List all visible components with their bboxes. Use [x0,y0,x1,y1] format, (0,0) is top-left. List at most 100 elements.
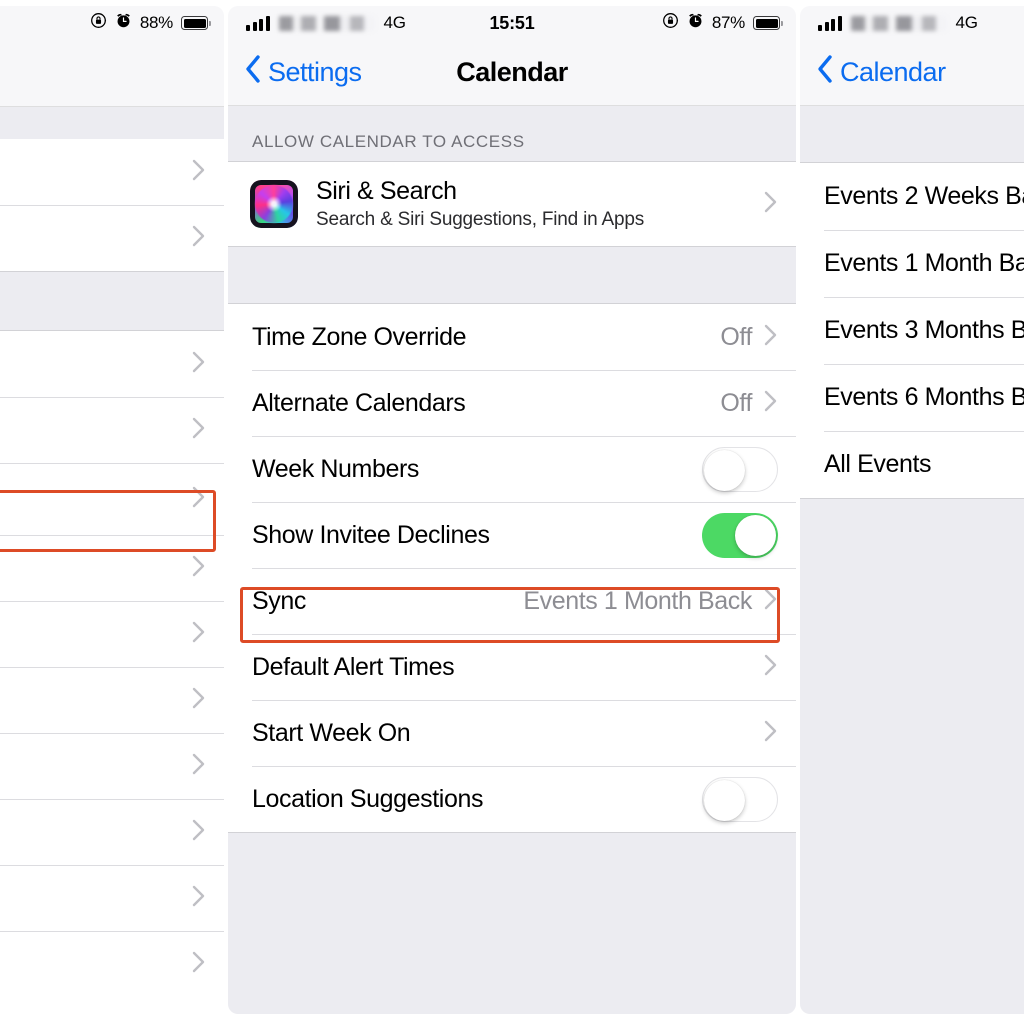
row-label: Events 1 Month Back [824,249,1024,277]
right-section-gap [800,106,1024,162]
chevron-right-icon [192,686,206,715]
row-events-1-month-back[interactable]: Events 1 Month Back [800,230,1024,297]
list-item[interactable] [0,205,224,271]
middle-nav-bar: Settings Calendar [228,40,796,106]
middle-phone-panel: 4G 15:51 87% Settings Calendar ALLOW CAL… [228,6,796,1014]
chevron-right-icon [192,416,206,445]
middle-status-right: 87% [662,12,783,34]
battery-full-icon [753,16,783,30]
back-button-calendar[interactable]: Calendar [816,54,946,91]
list-item[interactable] [0,601,224,667]
middle-status-bar: 4G 15:51 87% [228,6,796,40]
list-item[interactable] [0,139,224,205]
section-header-allow-access: ALLOW CALENDAR TO ACCESS [228,106,796,161]
toggle-location-suggestions[interactable] [702,776,778,822]
chevron-right-icon [192,158,206,187]
chevron-right-icon [192,884,206,913]
row-label: Location Suggestions [252,784,484,813]
list-item[interactable] [0,667,224,733]
rotation-lock-icon [662,12,679,34]
list-item[interactable] [0,535,224,601]
left-status-right: 88% [90,12,211,34]
siri-icon [250,180,298,228]
toggle-show-invitee-declines[interactable] [702,512,778,558]
row-label: Week Numbers [252,454,420,483]
row-label: Show Invitee Declines [252,520,490,549]
row-label: Start Week On [252,718,411,747]
rotation-lock-icon [90,12,107,34]
list-item[interactable] [0,931,224,997]
row-sync[interactable]: Sync Events 1 Month Back [228,568,796,634]
toggle-knob [704,779,745,821]
row-alternate-calendars[interactable]: Alternate Calendars Off [228,370,796,436]
chevron-left-icon [244,54,261,91]
list-item[interactable] [0,397,224,463]
siri-row-texts: Siri & Search Search & Siri Suggestions,… [316,177,644,231]
left-nav-bar [0,40,224,107]
siri-row-subtitle: Search & Siri Suggestions, Find in Apps [316,209,645,230]
chevron-right-icon [192,224,206,253]
cellular-signal-icon [818,15,842,31]
left-phone-panel: 88% [0,6,224,1014]
left-table-view [0,139,224,997]
list-item[interactable] [0,733,224,799]
toggle-week-numbers[interactable] [702,446,778,492]
right-section-group-sync-options: Events 2 Weeks Back Events 1 Month Back … [800,162,1024,499]
battery-full-icon [181,16,211,30]
chevron-right-icon [192,950,206,979]
right-status-left: 4G [818,13,978,33]
row-label: Events 2 Weeks Back [824,182,1024,210]
middle-battery-percent: 87% [711,13,745,32]
row-label: Alternate Calendars [252,388,466,417]
row-siri-and-search[interactable]: Siri & Search Search & Siri Suggestions,… [228,162,796,246]
list-item[interactable] [0,865,224,931]
right-status-bar: 4G [800,6,1024,40]
row-events-2-weeks-back[interactable]: Events 2 Weeks Back [800,163,1024,230]
row-value: Off [720,388,752,417]
left-battery-percent: 88% [139,13,173,32]
row-label: Sync [252,586,306,615]
row-value: Off [720,322,752,351]
siri-row-title: Siri & Search [316,177,457,205]
screenshot-stage: 88% 4G 15:51 87% Settings Calendar ALLOW… [0,0,1024,1024]
network-type-label: 4G [955,13,978,32]
row-events-3-months-back[interactable]: Events 3 Months Back [800,297,1024,364]
back-button-label: Settings [268,57,362,87]
row-all-events[interactable]: All Events [800,431,1024,498]
section-group-calendar-settings: Time Zone Override Off Alternate Calenda… [228,303,796,833]
row-label: Time Zone Override [252,322,467,351]
row-label: Default Alert Times [252,652,455,681]
toggle-knob [704,449,745,491]
middle-table-view: ALLOW CALENDAR TO ACCESS Siri & Search S… [228,106,796,1014]
list-item[interactable] [0,331,224,397]
left-status-bar: 88% [0,6,224,40]
row-events-6-months-back[interactable]: Events 6 Months Back [800,364,1024,431]
left-top-gap [0,107,224,139]
row-location-suggestions[interactable]: Location Suggestions [228,766,796,832]
chevron-right-icon [764,719,778,748]
list-item-highlighted[interactable] [0,463,224,535]
carrier-name-blurred [850,15,947,31]
right-table-view: Events 2 Weeks Back Events 1 Month Back … [800,106,1024,1014]
row-show-invitee-declines[interactable]: Show Invitee Declines [228,502,796,568]
back-button-settings[interactable]: Settings [244,54,362,91]
alarm-clock-icon [687,12,704,34]
chevron-left-icon [816,54,833,91]
chevron-right-icon [764,653,778,682]
list-item[interactable] [0,799,224,865]
row-start-week-on[interactable]: Start Week On [228,700,796,766]
chevron-right-icon [192,554,206,583]
chevron-right-icon [192,752,206,781]
row-time-zone-override[interactable]: Time Zone Override Off [228,304,796,370]
chevron-right-icon [764,587,778,616]
row-label: All Events [824,450,932,478]
section-group-access: Siri & Search Search & Siri Suggestions,… [228,161,796,247]
row-week-numbers[interactable]: Week Numbers [228,436,796,502]
chevron-right-icon [192,818,206,847]
row-value: Events 1 Month Back [523,586,752,615]
left-section-gap [0,271,224,331]
chevron-right-icon [764,389,778,418]
section-spacer [228,247,796,303]
alarm-clock-icon [115,12,132,34]
row-default-alert-times[interactable]: Default Alert Times [228,634,796,700]
